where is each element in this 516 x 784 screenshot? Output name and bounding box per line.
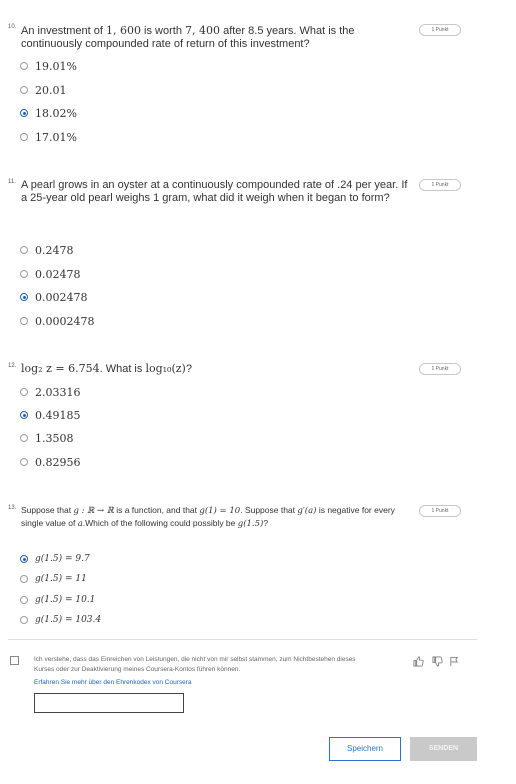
thumbs-down-icon[interactable]: [431, 656, 443, 668]
option-label: g(1.5) = 9.7: [35, 554, 90, 564]
honor-code-text: Ich verstehe, dass das Einreichen von Le…: [34, 656, 356, 673]
radio-button[interactable]: [20, 575, 28, 583]
option-label: 19.01%: [35, 59, 77, 73]
option-q13-2[interactable]: g(1.5) = 11: [20, 572, 87, 586]
honor-code-link[interactable]: Erfahren Sie mehr über den Ehrenkodex vo…: [34, 679, 192, 686]
points-badge: 1 Punkt: [419, 363, 461, 375]
option-q12-3[interactable]: 1.3508: [20, 431, 74, 445]
option-label: g(1.5) = 11: [35, 574, 87, 584]
flag-icon[interactable]: [448, 656, 460, 668]
radio-button[interactable]: [20, 434, 28, 442]
option-q10-1[interactable]: 19.01%: [20, 59, 77, 73]
question-text: Suppose that g : ℝ → ℝ is a function, an…: [21, 505, 395, 529]
option-label: 0.82956: [35, 455, 81, 469]
radio-button[interactable]: [20, 246, 28, 254]
radio-button[interactable]: [20, 616, 28, 624]
option-q12-1[interactable]: 2.03316: [20, 385, 81, 399]
points-badge: 1 Punkt: [419, 505, 461, 517]
option-label: 18.02%: [35, 106, 77, 120]
option-label: 17.01%: [35, 130, 77, 144]
option-q13-1[interactable]: g(1.5) = 9.7: [20, 552, 90, 566]
legal-name-input[interactable]: [34, 693, 184, 713]
points-badge: 1 Punkt: [419, 24, 461, 36]
question-number: 13.: [8, 505, 17, 511]
radio-button[interactable]: [20, 62, 28, 70]
option-label: 0.2478: [35, 243, 74, 257]
option-label: 0.0002478: [35, 314, 95, 328]
option-label: 2.03316: [35, 385, 81, 399]
option-label: 0.49185: [35, 408, 81, 422]
question-text: An investment of 1, 600 is worth 7, 400 …: [21, 24, 355, 50]
radio-button[interactable]: [20, 388, 28, 396]
option-q10-4[interactable]: 17.01%: [20, 130, 77, 144]
radio-button[interactable]: [20, 317, 28, 325]
option-label: 20.01: [35, 83, 67, 97]
option-q10-3[interactable]: 18.02%: [20, 106, 77, 120]
honor-code-checkbox[interactable]: [10, 656, 19, 665]
option-q11-4[interactable]: 0.0002478: [20, 314, 95, 328]
question-number: 10.: [8, 24, 17, 30]
option-label: 1.3508: [35, 431, 74, 445]
question-number: 12.: [8, 363, 17, 369]
question-text: A pearl grows in an oyster at a continuo…: [21, 179, 408, 204]
radio-button[interactable]: [20, 458, 28, 466]
radio-button[interactable]: [20, 133, 28, 141]
option-q11-2[interactable]: 0.02478: [20, 267, 81, 281]
submit-button[interactable]: SENDEN: [410, 737, 477, 761]
question-number: 11.: [8, 179, 16, 185]
option-q13-4[interactable]: g(1.5) = 103.4: [20, 613, 101, 627]
option-q13-3[interactable]: g(1.5) = 10.1: [20, 593, 95, 607]
points-badge: 1 Punkt: [419, 179, 461, 191]
option-q11-3[interactable]: 0.002478: [20, 290, 88, 304]
radio-button-selected[interactable]: [20, 411, 28, 419]
option-q11-1[interactable]: 0.2478: [20, 243, 74, 257]
radio-button[interactable]: [20, 596, 28, 604]
option-label: 0.02478: [35, 267, 81, 281]
divider: [8, 639, 477, 640]
option-q12-4[interactable]: 0.82956: [20, 455, 81, 469]
option-q12-2[interactable]: 0.49185: [20, 408, 81, 422]
save-button[interactable]: Speichern: [329, 737, 401, 761]
option-q10-2[interactable]: 20.01: [20, 83, 67, 97]
radio-button-selected[interactable]: [20, 293, 28, 301]
option-label: g(1.5) = 103.4: [35, 615, 102, 625]
radio-button[interactable]: [20, 270, 28, 278]
question-text: log₂ z = 6.754. What is log₁₀(z)?: [21, 362, 192, 375]
radio-button-selected[interactable]: [20, 109, 28, 117]
option-label: 0.002478: [35, 290, 88, 304]
radio-button[interactable]: [20, 86, 28, 94]
radio-button-selected[interactable]: [20, 555, 28, 563]
thumbs-up-icon[interactable]: [412, 656, 424, 668]
option-label: g(1.5) = 10.1: [35, 595, 96, 605]
